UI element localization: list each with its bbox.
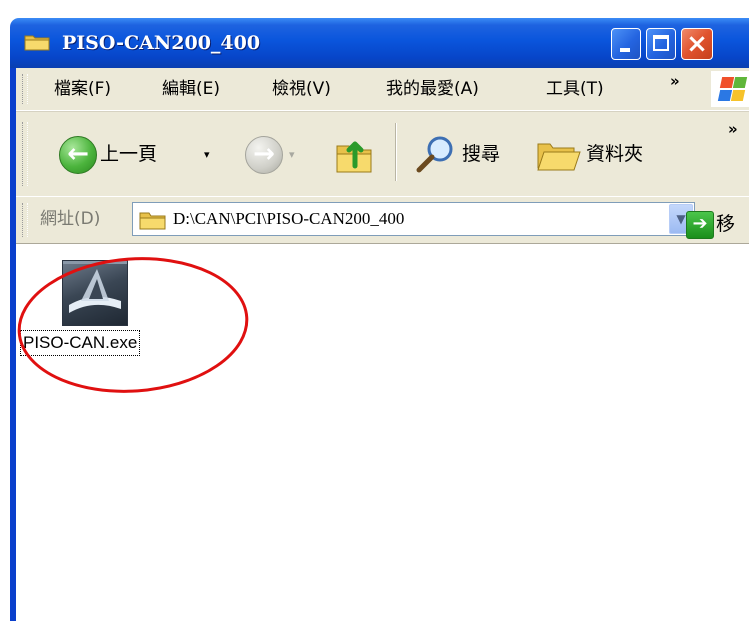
back-dropdown-icon[interactable]: ▾ [204, 148, 210, 161]
go-arrow-icon[interactable]: ➔ [686, 211, 714, 239]
address-bar: 網址(D) D:\CAN\PCI\PISO-CAN200_400 ▼ [16, 197, 749, 244]
folders-button-icon-wrap[interactable] [536, 138, 582, 176]
address-path[interactable]: D:\CAN\PCI\PISO-CAN200_400 [173, 203, 404, 235]
search-button-icon-wrap[interactable] [415, 134, 457, 178]
search-button-label[interactable]: 搜尋 [462, 140, 500, 168]
folders-button-label[interactable]: 資料夾 [586, 140, 643, 168]
close-button[interactable]: × [681, 28, 713, 60]
application-exe-icon[interactable] [62, 260, 128, 326]
go-button-label[interactable]: 移至 [716, 209, 749, 265]
address-folder-icon [139, 212, 166, 230]
forward-dropdown-icon[interactable]: ▾ [289, 148, 295, 161]
menu-overflow-chevron[interactable]: » [670, 72, 680, 90]
menu-file[interactable]: 檔案(F) [54, 76, 111, 102]
maximize-icon [653, 35, 669, 51]
address-label: 網址(D) [40, 209, 101, 229]
up-folder-icon [336, 141, 372, 173]
toolbar-grip[interactable] [22, 122, 28, 186]
toolbar-overflow-chevron[interactable]: » [728, 120, 738, 138]
menu-tools[interactable]: 工具(T) [546, 76, 604, 102]
addressbar-grip[interactable] [22, 203, 28, 237]
folder-icon [24, 33, 50, 51]
chevron-down-icon: ▼ [676, 212, 686, 226]
menu-bar: 檔案(F) 編輯(E) 檢視(V) 我的最愛(A) 工具(T) » [16, 68, 749, 111]
close-icon: × [686, 29, 708, 59]
file-name-label[interactable]: PISO-CAN.exe [20, 330, 141, 356]
up-folder-button[interactable] [335, 132, 375, 178]
search-icon [416, 136, 453, 173]
menu-edit[interactable]: 編輯(E) [162, 76, 220, 102]
forward-arrow-icon[interactable]: → [245, 136, 283, 174]
windows-logo-icon [711, 71, 749, 107]
minimize-icon [620, 48, 630, 52]
menu-view[interactable]: 檢視(V) [272, 76, 331, 102]
minimize-button[interactable] [611, 28, 641, 60]
maximize-button[interactable] [646, 28, 676, 60]
address-field[interactable]: D:\CAN\PCI\PISO-CAN200_400 ▼ [132, 202, 695, 236]
toolbar-separator [395, 123, 397, 181]
folders-icon [537, 143, 581, 171]
back-arrow-icon[interactable]: ← [59, 136, 97, 174]
window-title: PISO-CAN200_400 [62, 32, 261, 54]
explorer-window: PISO-CAN200_400 × 檔案(F) 編輯(E) 檢視(V) 我的最愛… [0, 0, 749, 621]
menu-favorites[interactable]: 我的最愛(A) [386, 76, 479, 102]
title-bar[interactable]: PISO-CAN200_400 × [10, 18, 749, 68]
back-button-label[interactable]: 上一頁 [100, 140, 157, 168]
menubar-grip[interactable] [22, 74, 28, 104]
